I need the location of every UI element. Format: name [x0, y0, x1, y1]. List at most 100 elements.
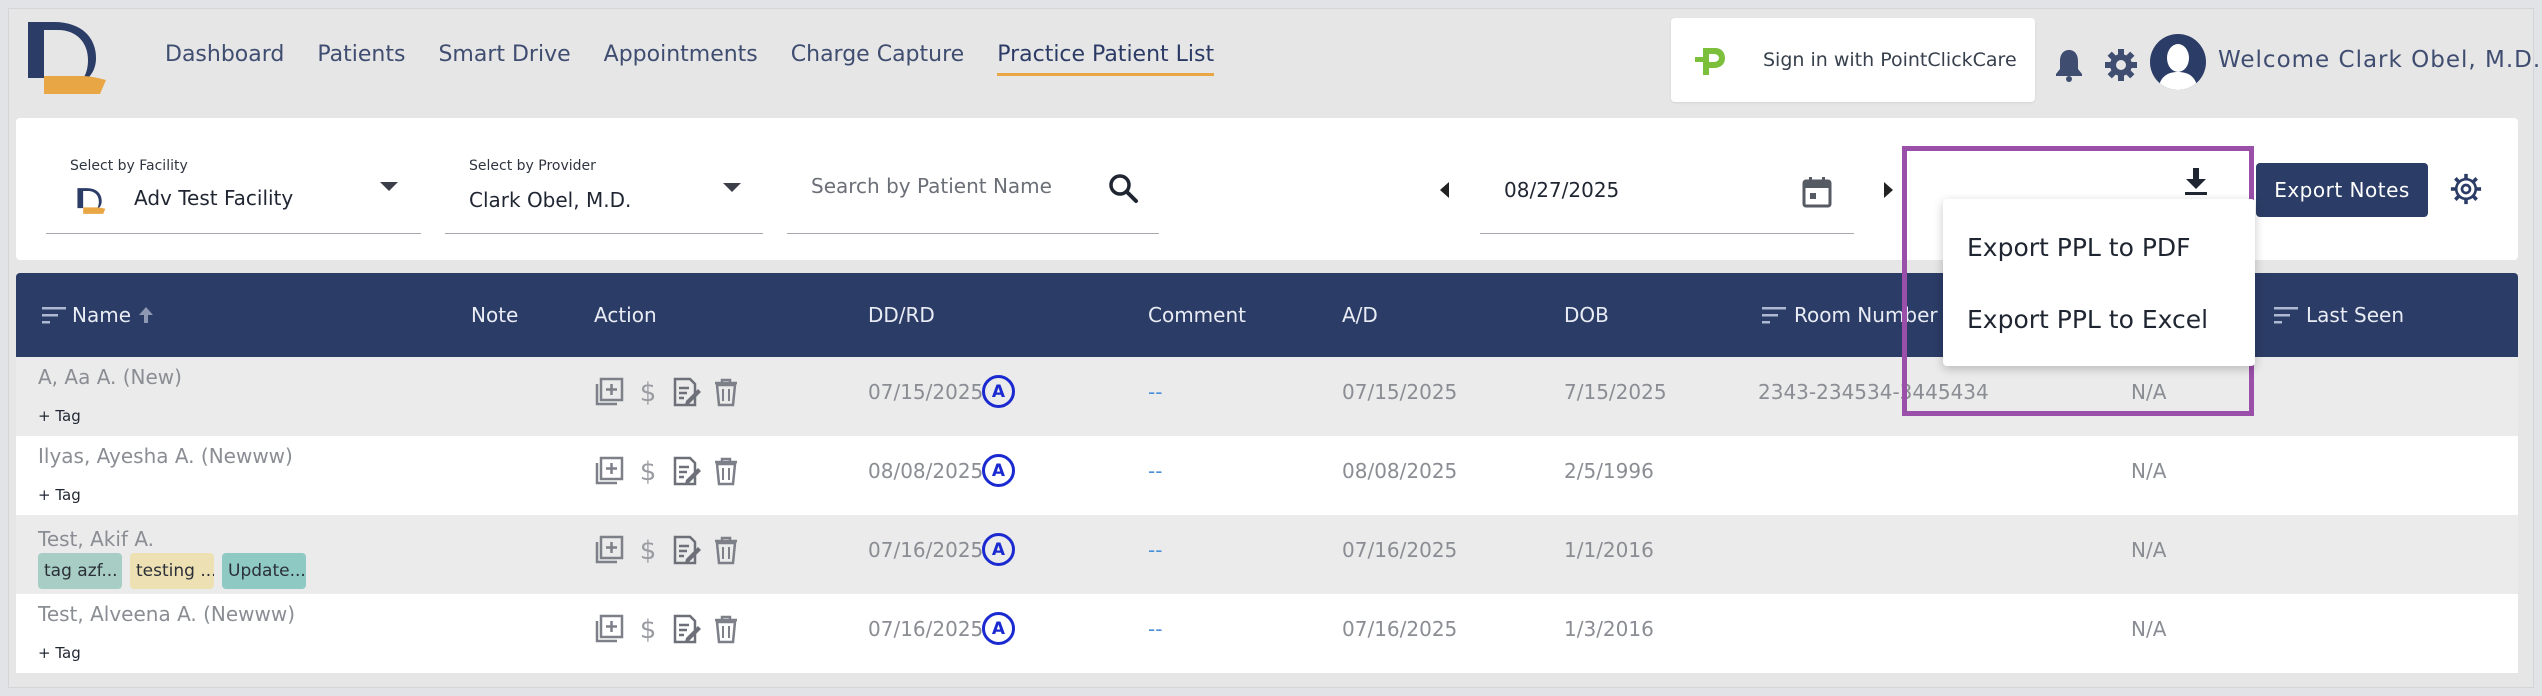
dollar-icon[interactable]: $	[633, 377, 663, 407]
gear-icon[interactable]	[2103, 47, 2139, 83]
comment-value[interactable]: --	[1148, 380, 1162, 404]
pointclickcare-signin-button[interactable]: Sign in with PointClickCare	[1671, 18, 2035, 102]
col-last-seen[interactable]: Last Seen	[2306, 303, 2404, 327]
patient-name[interactable]: Ilyas, Ayesha A. (Newww)	[38, 444, 293, 468]
avatar[interactable]	[2150, 34, 2206, 90]
nav-appointments[interactable]: Appointments	[604, 42, 758, 76]
dob-value: 1/3/2016	[1564, 617, 1654, 641]
welcome-text: Welcome Clark Obel, M.D.	[2218, 47, 2542, 73]
status-value: N/A	[2131, 459, 2167, 483]
add-note-icon[interactable]	[594, 456, 624, 486]
svg-text:$: $	[640, 615, 657, 644]
ad-date: 07/15/2025	[1342, 380, 1458, 404]
nav-dashboard[interactable]: Dashboard	[165, 42, 284, 76]
facility-value: Adv Test Facility	[134, 186, 294, 210]
edit-document-icon[interactable]	[672, 377, 702, 407]
add-note-icon[interactable]	[594, 377, 624, 407]
comment-value[interactable]: --	[1148, 459, 1162, 483]
search-input[interactable]: Search by Patient Name	[811, 174, 1052, 198]
prev-date-icon[interactable]	[1440, 182, 1449, 198]
col-comment: Comment	[1148, 303, 1246, 327]
pointclickcare-label: Sign in with PointClickCare	[1763, 49, 2017, 71]
col-name[interactable]: Name	[72, 303, 131, 327]
settings-icon[interactable]	[2450, 173, 2482, 205]
app-logo-icon[interactable]	[24, 20, 108, 96]
dd-rd-date: 07/16/2025	[868, 538, 984, 562]
comment-value[interactable]: --	[1148, 617, 1162, 641]
sort-arrow-up-icon[interactable]	[138, 306, 154, 324]
patient-tag[interactable]: Update...	[222, 553, 306, 589]
admission-badge[interactable]: A	[982, 612, 1015, 645]
provider-value: Clark Obel, M.D.	[469, 188, 632, 212]
dd-rd-date: 07/15/2025	[868, 380, 984, 404]
filter-sort-icon[interactable]	[2274, 306, 2298, 324]
nav-practice-patient-list[interactable]: Practice Patient List	[997, 42, 1215, 76]
admission-badge[interactable]: A	[982, 533, 1015, 566]
col-dd-rd: DD/RD	[868, 303, 935, 327]
filter-sort-icon[interactable]	[42, 306, 66, 324]
edit-document-icon[interactable]	[672, 535, 702, 565]
add-tag-link[interactable]: + Tag	[38, 407, 81, 425]
col-note: Note	[471, 303, 519, 327]
filter-sort-icon[interactable]	[1762, 306, 1786, 324]
patient-name[interactable]: Test, Alveena A. (Newww)	[38, 602, 295, 626]
search-icon[interactable]	[1107, 172, 1139, 204]
admission-badge[interactable]: A	[982, 454, 1015, 487]
dollar-icon[interactable]: $	[633, 614, 663, 644]
date-picker[interactable]: 08/27/2025	[1480, 150, 1854, 234]
facility-label: Select by Facility	[70, 158, 188, 174]
col-ad: A/D	[1342, 303, 1378, 327]
calendar-icon[interactable]	[1802, 176, 1832, 208]
next-date-icon[interactable]	[1884, 182, 1893, 198]
trash-icon[interactable]	[711, 456, 741, 486]
svg-text:$: $	[640, 536, 657, 565]
facility-logo-icon	[77, 188, 106, 214]
main-nav: Dashboard Patients Smart Drive Appointme…	[165, 42, 1215, 76]
download-icon[interactable]	[2182, 166, 2210, 196]
pointclickcare-icon	[1695, 48, 1725, 75]
menu-export-excel[interactable]: Export PPL to Excel	[1967, 305, 2208, 334]
dob-value: 1/1/2016	[1564, 538, 1654, 562]
table-row[interactable]: Ilyas, Ayesha A. (Newww) + Tag $08/08/2025…	[16, 436, 2518, 515]
add-note-icon[interactable]	[594, 535, 624, 565]
provider-select[interactable]: Select by Provider Clark Obel, M.D.	[445, 150, 763, 234]
avatar-icon	[2158, 44, 2198, 90]
provider-label: Select by Provider	[469, 158, 596, 174]
edit-document-icon[interactable]	[672, 456, 702, 486]
nav-smart-drive[interactable]: Smart Drive	[438, 42, 570, 76]
svg-text:$: $	[640, 457, 657, 486]
export-notes-button[interactable]: Export Notes	[2256, 163, 2428, 217]
date-value: 08/27/2025	[1504, 178, 1620, 202]
add-tag-link[interactable]: + Tag	[38, 486, 81, 504]
patient-name[interactable]: A, Aa A. (New)	[38, 365, 182, 389]
dollar-icon[interactable]: $	[633, 456, 663, 486]
trash-icon[interactable]	[711, 535, 741, 565]
chevron-down-icon	[723, 183, 741, 192]
patient-search-field[interactable]: Search by Patient Name	[787, 150, 1159, 234]
status-value: N/A	[2131, 617, 2167, 641]
add-tag-link[interactable]: + Tag	[38, 644, 81, 662]
table-row[interactable]: Test, Alveena A. (Newww) + Tag $07/16/2025…	[16, 594, 2518, 673]
patient-name[interactable]: Test, Akif A.	[38, 527, 154, 551]
patient-tag[interactable]: tag azf...	[38, 553, 122, 589]
ad-date: 07/16/2025	[1342, 617, 1458, 641]
admission-badge[interactable]: A	[982, 375, 1015, 408]
dob-value: 2/5/1996	[1564, 459, 1654, 483]
ad-date: 07/16/2025	[1342, 538, 1458, 562]
trash-icon[interactable]	[711, 377, 741, 407]
dollar-icon[interactable]: $	[633, 535, 663, 565]
comment-value[interactable]: --	[1148, 538, 1162, 562]
dd-rd-date: 07/16/2025	[868, 617, 984, 641]
menu-export-pdf[interactable]: Export PPL to PDF	[1967, 233, 2191, 262]
col-dob: DOB	[1564, 303, 1609, 327]
table-row[interactable]: Test, Akif A. tag azf... testing ... Update…	[16, 515, 2518, 594]
facility-select[interactable]: Select by Facility Adv Test Facility	[46, 150, 421, 234]
trash-icon[interactable]	[711, 614, 741, 644]
add-note-icon[interactable]	[594, 614, 624, 644]
edit-document-icon[interactable]	[672, 614, 702, 644]
patient-tag[interactable]: testing ...	[130, 553, 214, 589]
bell-icon[interactable]	[2054, 48, 2084, 82]
nav-patients[interactable]: Patients	[317, 42, 405, 76]
dob-value: 7/15/2025	[1564, 380, 1667, 404]
nav-charge-capture[interactable]: Charge Capture	[791, 42, 964, 76]
